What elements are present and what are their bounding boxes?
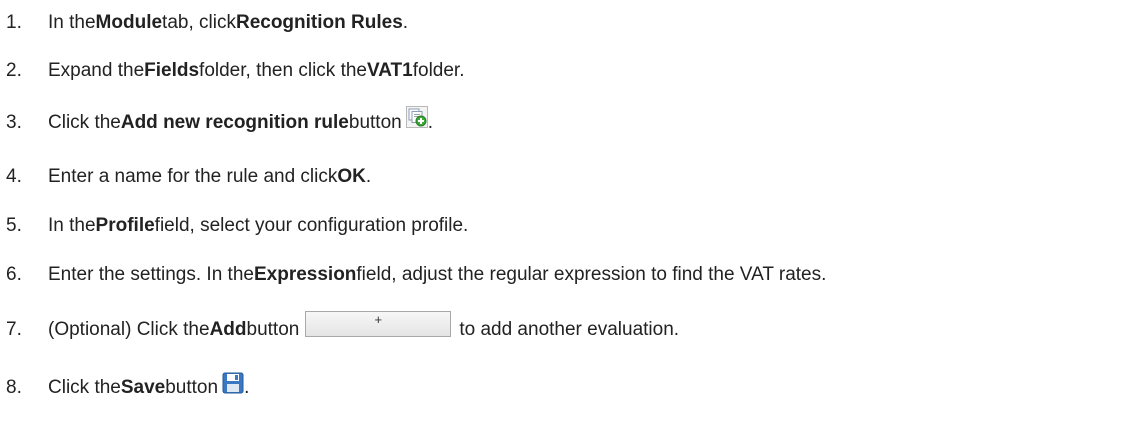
- text: folder.: [412, 60, 465, 81]
- text: .: [402, 12, 409, 33]
- step-text: (Optional) Click the Add button + to add …: [48, 311, 680, 343]
- step-number: 1.: [6, 12, 22, 33]
- text: Enter a name for the rule and click: [48, 166, 338, 187]
- step-8: 8. Click the Save button .: [0, 368, 249, 408]
- step-7: 7. (Optional) Click the Add button + to a…: [0, 310, 679, 350]
- step-text: Enter the settings. In the Expression fi…: [48, 264, 826, 286]
- step-text: In the Profile field, select your config…: [48, 215, 468, 237]
- save-icon: [222, 372, 244, 394]
- text: Enter the settings. In the: [48, 264, 254, 285]
- text: (Optional) Click the: [48, 319, 210, 340]
- ui-term-expression: Expression: [253, 264, 357, 285]
- step-text: In the Module tab, click Recognition Rul…: [48, 12, 408, 34]
- text: Click the: [48, 377, 121, 398]
- step-6: 6. Enter the settings. In the Expression…: [0, 255, 826, 295]
- add-recognition-rule-icon: [405, 106, 428, 128]
- step-5: 5. In the Profile field, select your con…: [0, 206, 468, 246]
- text: folder, then click the: [199, 60, 367, 81]
- text: In the: [48, 12, 96, 33]
- step-number: 8.: [6, 377, 22, 398]
- add-button-illustration: +: [305, 311, 452, 337]
- text: Click the: [48, 112, 121, 133]
- step-3: 3. Click the Add new recognition rule bu…: [0, 103, 433, 143]
- ui-term-ok: OK: [337, 166, 366, 187]
- step-text: Enter a name for the rule and click OK.: [48, 166, 371, 188]
- text: tab, click: [162, 12, 236, 33]
- text: .: [244, 377, 250, 398]
- text: .: [427, 112, 433, 133]
- step-number: 7.: [6, 319, 22, 340]
- step-text: Expand the Fields folder, then click the…: [48, 60, 465, 82]
- ui-term-recognition-rules: Recognition Rules: [235, 12, 403, 33]
- text: field, select your configuration profile…: [154, 215, 469, 236]
- ui-term-fields: Fields: [144, 60, 200, 81]
- text: to add another evaluation.: [459, 319, 680, 340]
- text: button: [348, 112, 402, 133]
- step-2: 2. Expand the Fields folder, then click …: [0, 51, 465, 91]
- ui-term-profile: Profile: [95, 215, 155, 236]
- step-number: 2.: [6, 60, 22, 81]
- step-1: 1. In the Module tab, click Recognition …: [0, 3, 408, 43]
- text: In the: [48, 215, 96, 236]
- text: Expand the: [48, 60, 145, 81]
- ui-term-save: Save: [120, 377, 166, 398]
- instruction-steps: 1. In the Module tab, click Recognition …: [0, 0, 1133, 427]
- step-number: 3.: [6, 112, 22, 133]
- text: button: [165, 377, 219, 398]
- text: .: [365, 166, 372, 187]
- step-number: 5.: [6, 215, 22, 236]
- ui-term-add: Add: [209, 319, 247, 340]
- step-number: 6.: [6, 264, 22, 285]
- ui-term-add-new-recognition-rule: Add new recognition rule: [120, 112, 349, 133]
- step-4: 4. Enter a name for the rule and click O…: [0, 157, 371, 197]
- ui-term-vat1: VAT1: [366, 60, 413, 81]
- text: field, adjust the regular expression to …: [356, 264, 827, 285]
- text: button: [246, 319, 300, 340]
- ui-term-module: Module: [95, 12, 163, 33]
- step-text: Click the Save button .: [48, 372, 250, 399]
- step-number: 4.: [6, 166, 22, 187]
- step-text: Click the Add new recognition rule butto…: [48, 106, 433, 134]
